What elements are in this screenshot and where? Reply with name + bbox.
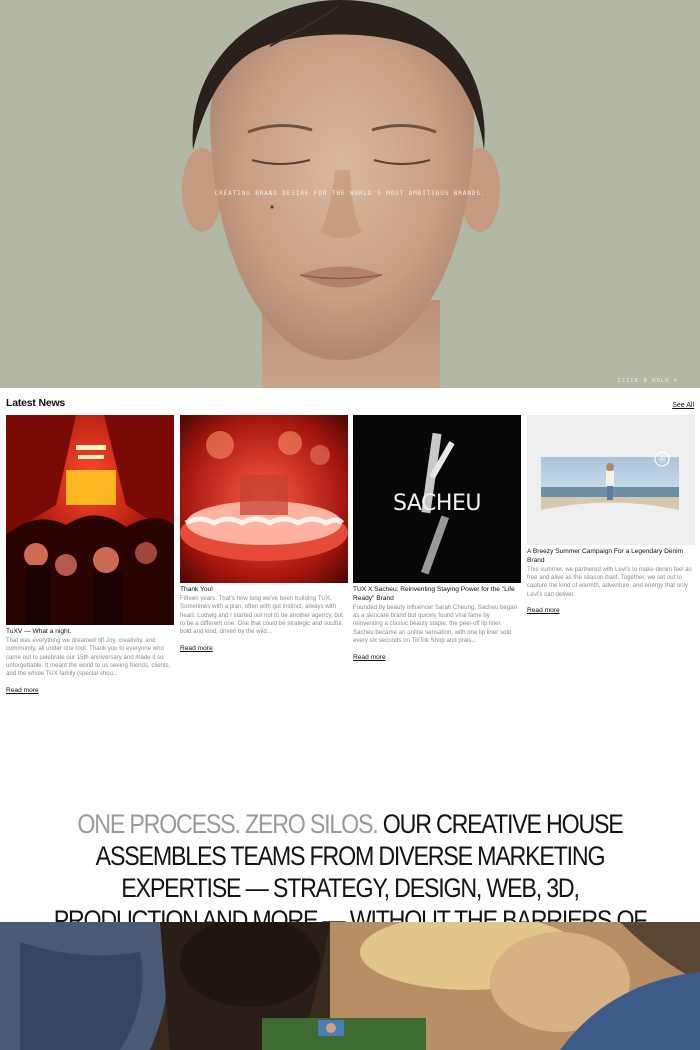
team-photo-section — [0, 922, 700, 1050]
news-card[interactable]: ® A Breezy Summer Campaign For a Legenda… — [527, 415, 695, 617]
read-more-link[interactable]: Read more — [353, 654, 386, 661]
news-card-excerpt: Founded by beauty influencer Sarah Cheun… — [353, 603, 517, 645]
hero-tagline: CREATING BRAND DESIRE FOR THE WORLD'S MO… — [214, 190, 486, 197]
news-card-image-levis[interactable]: ® — [527, 415, 695, 545]
registered-mark-icon: ® — [658, 456, 667, 466]
news-card-image-cake[interactable] — [180, 415, 348, 583]
news-card-excerpt: Fifteen years. That's how long we've bee… — [180, 594, 344, 636]
latest-news-heading: Latest News — [6, 397, 66, 409]
team-photo-image — [0, 922, 700, 1050]
read-more-link[interactable]: Read more — [6, 687, 39, 694]
news-card[interactable]: TuXV — What a night. That was everything… — [6, 415, 174, 697]
news-card-excerpt: That was everything we dreamed of! Joy, … — [6, 636, 171, 678]
statement-lead: ONE PROCESS. ZERO SILOS. — [77, 809, 378, 839]
news-card-title[interactable]: TuXV — What a night. — [6, 628, 174, 637]
news-card-excerpt: This summer, we partnered with Levi's to… — [527, 565, 692, 598]
news-card-title[interactable]: Thank You! — [180, 586, 348, 595]
news-card-title[interactable]: A Breezy Summer Campaign For a Legendary… — [527, 548, 695, 566]
read-more-link[interactable]: Read more — [180, 645, 213, 652]
read-more-link[interactable]: Read more — [527, 607, 560, 614]
hero-section[interactable]: CREATING BRAND DESIRE FOR THE WORLD'S MO… — [0, 0, 700, 388]
click-and-hold-button[interactable]: CLICK N HOLD ® — [618, 378, 678, 384]
news-card-title[interactable]: TUX X Sacheu: Reinventing Staying Power … — [353, 586, 521, 604]
sacheu-logo-text: SACHEU — [393, 491, 481, 516]
news-card[interactable]: SACHEU TUX X Sacheu: Reinventing Staying… — [353, 415, 521, 664]
see-all-link[interactable]: See All — [672, 402, 694, 409]
news-card-image-party[interactable] — [6, 415, 174, 625]
news-card[interactable]: Thank You! Fifteen years. That's how lon… — [180, 415, 348, 655]
news-card-image-sacheu[interactable]: SACHEU — [353, 415, 521, 583]
